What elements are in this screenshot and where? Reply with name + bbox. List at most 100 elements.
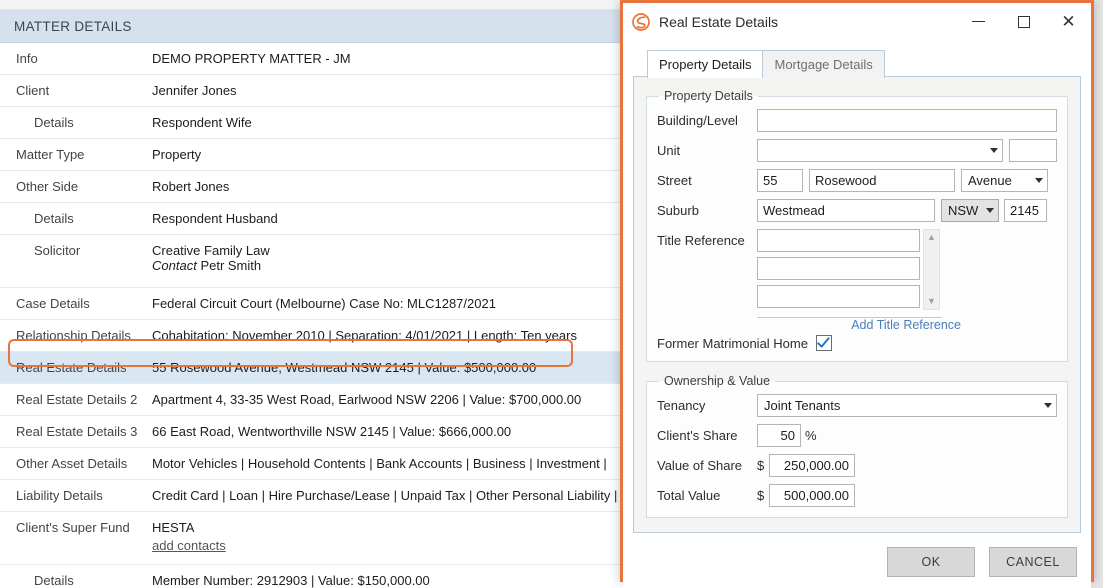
tenancy-label: Tenancy (657, 398, 706, 413)
unit-label: Unit (657, 143, 681, 158)
row-value: Motor Vehicles | Household Contents | Ba… (152, 448, 630, 479)
field-row-unit: Unit (657, 139, 1057, 162)
swoop-s-logo-icon (631, 12, 651, 32)
row-value-primary: Property (152, 147, 202, 162)
tab-property-details[interactable]: Property Details (647, 50, 764, 78)
row-value-primary: 55 Rosewood Avenue, Westmead NSW 2145 | … (152, 360, 537, 375)
cancel-button[interactable]: CANCEL (989, 547, 1077, 577)
table-row[interactable]: Matter Type Property (0, 139, 630, 171)
table-row[interactable]: Info DEMO PROPERTY MATTER - JM (0, 43, 630, 75)
real-estate-details-dialog: Real Estate Details ✕ Property Details M… (620, 0, 1094, 588)
minimize-icon[interactable] (956, 7, 1001, 37)
table-row[interactable]: Client's Super Fund HESTA add contacts (0, 512, 630, 565)
row-label: Other Side (16, 179, 79, 194)
chevron-down-icon (1044, 403, 1052, 408)
former-matrimonial-home-label: Former Matrimonial Home (657, 335, 808, 351)
row-value-primary: Motor Vehicles | Household Contents | Ba… (152, 456, 607, 471)
clients-share-input[interactable] (757, 424, 801, 447)
table-row[interactable]: Details Respondent Wife (0, 107, 630, 139)
panel-top-strip (0, 0, 630, 10)
close-icon[interactable]: ✕ (1046, 7, 1091, 37)
row-label: Relationship Details (16, 328, 131, 343)
row-value: Creative Family Law Contact Petr Smith (152, 235, 630, 281)
row-value-primary: Cohabitation: November 2010 | Separation… (152, 328, 577, 343)
field-row-value-of-share: Value of Share $ (657, 454, 1057, 477)
dialog-title-text: Real Estate Details (659, 13, 779, 30)
dialog-title-bar[interactable]: Real Estate Details ✕ (623, 3, 1091, 41)
table-row[interactable]: Relationship Details Cohabitation: Novemb… (0, 320, 630, 352)
matter-rows-list: Info DEMO PROPERTY MATTER - JM Client Jenni… (0, 43, 630, 588)
street-type-dropdown[interactable]: Avenue (961, 169, 1048, 192)
unit-dropdown[interactable] (757, 139, 1003, 162)
total-value-label: Total Value (657, 488, 721, 503)
building-level-input[interactable] (757, 109, 1057, 132)
row-value-primary: Respondent Husband (152, 211, 278, 226)
row-value: 55 Rosewood Avenue, Westmead NSW 2145 | … (152, 352, 630, 383)
chevron-down-icon (1035, 178, 1043, 183)
row-value: Credit Card | Loan | Hire Purchase/Lease… (152, 480, 630, 511)
tab-strip: Property Details Mortgage Details (633, 49, 1081, 78)
title-reference-input-1[interactable] (757, 229, 920, 252)
tab-panel-property-details: Property Details Building/Level Unit Str… (633, 76, 1081, 533)
field-row-add-title-reference: Add Title Reference (657, 318, 1057, 332)
field-row-clients-share: Client's Share % (657, 424, 1057, 447)
scroll-up-icon[interactable]: ▲ (927, 233, 936, 242)
table-row[interactable]: Real Estate Details 55 Rosewood Avenue, W… (0, 352, 630, 384)
table-row[interactable]: Details Member Number: 2912903 | Value: $… (0, 565, 630, 588)
row-label: Real Estate Details 3 (16, 424, 138, 439)
table-row[interactable]: Liability Details Credit Card | Loan | Hi… (0, 480, 630, 512)
dialog-button-bar: OK CANCEL (623, 533, 1091, 588)
row-label: Case Details (16, 296, 90, 311)
chevron-down-icon (986, 208, 994, 213)
row-value: Federal Circuit Court (Melbourne) Case N… (152, 288, 630, 319)
table-row[interactable]: Solicitor Creative Family Law Contact Petr… (0, 235, 630, 288)
total-value-input[interactable] (769, 484, 855, 507)
row-value-primary: 66 East Road, Wentworthville NSW 2145 | … (152, 424, 512, 439)
property-details-group: Property Details Building/Level Unit Str… (646, 89, 1068, 362)
add-contacts-link[interactable]: add contacts (152, 538, 226, 553)
row-label: Other Asset Details (16, 456, 128, 471)
row-value: Member Number: 2912903 | Value: $150,000… (152, 565, 630, 588)
value-of-share-input[interactable] (769, 454, 855, 477)
value-of-share-currency: $ (757, 458, 765, 473)
table-row[interactable]: Other Side Robert Jones (0, 171, 630, 203)
street-number-input[interactable] (757, 169, 803, 192)
former-matrimonial-home-checkbox[interactable] (815, 335, 832, 351)
row-label: Real Estate Details 2 (16, 392, 138, 407)
add-title-reference-link[interactable]: Add Title Reference (851, 318, 961, 332)
row-value-primary: Creative Family Law (152, 243, 270, 258)
row-value: Cohabitation: November 2010 | Separation… (152, 320, 630, 351)
street-name-input[interactable] (809, 169, 955, 192)
tenancy-dropdown[interactable]: Joint Tenants (757, 394, 1057, 417)
table-row[interactable]: Real Estate Details 3 66 East Road, Wentw… (0, 416, 630, 448)
table-row[interactable]: Details Respondent Husband (0, 203, 630, 235)
title-reference-scrollbar[interactable]: ▲ ▼ (923, 229, 940, 310)
field-row-tenancy: Tenancy Joint Tenants (657, 394, 1057, 417)
unit-suffix-input[interactable] (1009, 139, 1057, 162)
table-row[interactable]: Real Estate Details 2 Apartment 4, 33-35 … (0, 384, 630, 416)
window-controls: ✕ (956, 3, 1091, 41)
suburb-input[interactable] (757, 199, 935, 222)
row-value-primary: Respondent Wife (152, 115, 252, 130)
table-row[interactable]: Other Asset Details Motor Vehicles | Hous… (0, 448, 630, 480)
row-label: Details (34, 211, 74, 226)
table-row[interactable]: Client Jennifer Jones (0, 75, 630, 107)
maximize-icon[interactable] (1001, 7, 1046, 37)
tab-mortgage-details[interactable]: Mortgage Details (762, 50, 885, 78)
row-label: Solicitor (34, 243, 81, 258)
dialog-body: Property Details Mortgage Details Proper… (623, 41, 1091, 533)
postcode-input[interactable] (1004, 199, 1047, 222)
row-value: Apartment 4, 33-35 West Road, Earlwood N… (152, 384, 630, 415)
title-reference-input-2[interactable] (757, 257, 920, 280)
table-row[interactable]: Case Details Federal Circuit Court (Melbo… (0, 288, 630, 320)
field-row-suburb: Suburb NSW (657, 199, 1057, 222)
title-reference-input-3[interactable] (757, 285, 920, 308)
scroll-down-icon[interactable]: ▼ (927, 297, 936, 306)
field-row-total-value: Total Value $ (657, 484, 1057, 507)
ok-button[interactable]: OK (887, 547, 975, 577)
state-dropdown[interactable]: NSW (941, 199, 999, 222)
row-value: Jennifer Jones (152, 75, 630, 106)
title-reference-label: Title Reference (657, 233, 745, 248)
row-label: Matter Type (16, 147, 85, 162)
row-value-secondary-label: Contact (152, 258, 197, 273)
